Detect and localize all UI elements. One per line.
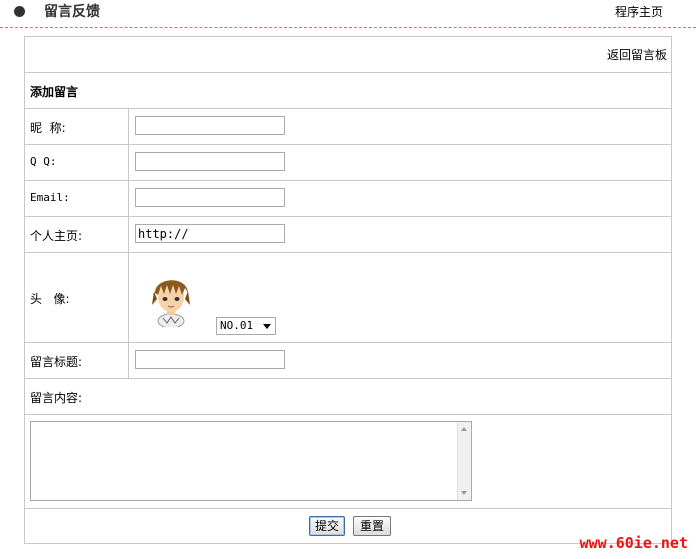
qq-row: Q Q: [25,145,671,181]
qq-input[interactable] [135,152,285,171]
subject-label-cell: 留言标题: [25,343,129,378]
nickname-input[interactable] [135,116,285,135]
email-input[interactable] [135,188,285,207]
avatar-label: 头 像: [30,292,70,306]
avatar-select[interactable]: NO.01 [216,317,276,335]
content-label: 留言内容: [30,391,83,405]
page-title: 留言反馈 [44,4,100,20]
bullet-icon [14,6,25,17]
textarea-scrollbar[interactable] [457,422,471,500]
site-watermark: www.60ie.net [579,534,688,552]
avatar-row: 头 像: NO.01 [25,253,671,343]
content-textarea[interactable] [30,421,472,501]
subject-label: 留言标题: [30,355,83,369]
reset-button[interactable]: 重置 [353,516,391,536]
nickname-label: 昵 称: [30,121,66,135]
buttons-row: 提交 重置 [25,509,671,543]
homepage-row: 个人主页: [25,217,671,253]
submit-button[interactable]: 提交 [309,516,345,536]
heading-row: 添加留言 [25,73,671,109]
form-heading: 添加留言 [30,85,79,99]
avatar-preview-image [152,280,190,327]
qq-label-cell: Q Q: [25,145,129,180]
qq-label: Q Q: [30,155,57,168]
scroll-up-icon[interactable] [461,427,467,431]
subject-row: 留言标题: [25,343,671,379]
subject-input[interactable] [135,350,285,369]
email-label-cell: Email: [25,181,129,216]
scroll-down-icon[interactable] [461,491,467,495]
homepage-label-cell: 个人主页: [25,217,129,252]
avatar-label-cell: 头 像: [25,253,129,342]
homepage-input[interactable] [135,224,285,243]
back-row: 返回留言板 [25,37,671,73]
nickname-row: 昵 称: [25,109,671,145]
home-link[interactable]: 程序主页 [615,3,663,21]
nickname-label-cell: 昵 称: [25,109,129,144]
chevron-down-icon [263,324,271,329]
homepage-label: 个人主页: [30,229,83,243]
avatar-select-value: NO.01 [220,319,254,332]
back-to-guestbook-link[interactable]: 返回留言板 [607,46,667,63]
content-label-row: 留言内容: [25,379,671,415]
guestbook-form: 返回留言板 添加留言 昵 称: Q Q: Email: 个人主页: 头 像: [24,36,672,544]
email-label: Email: [30,191,70,204]
content-row [25,415,671,509]
email-row: Email: [25,181,671,217]
top-bar: 留言反馈 程序主页 [0,0,696,28]
